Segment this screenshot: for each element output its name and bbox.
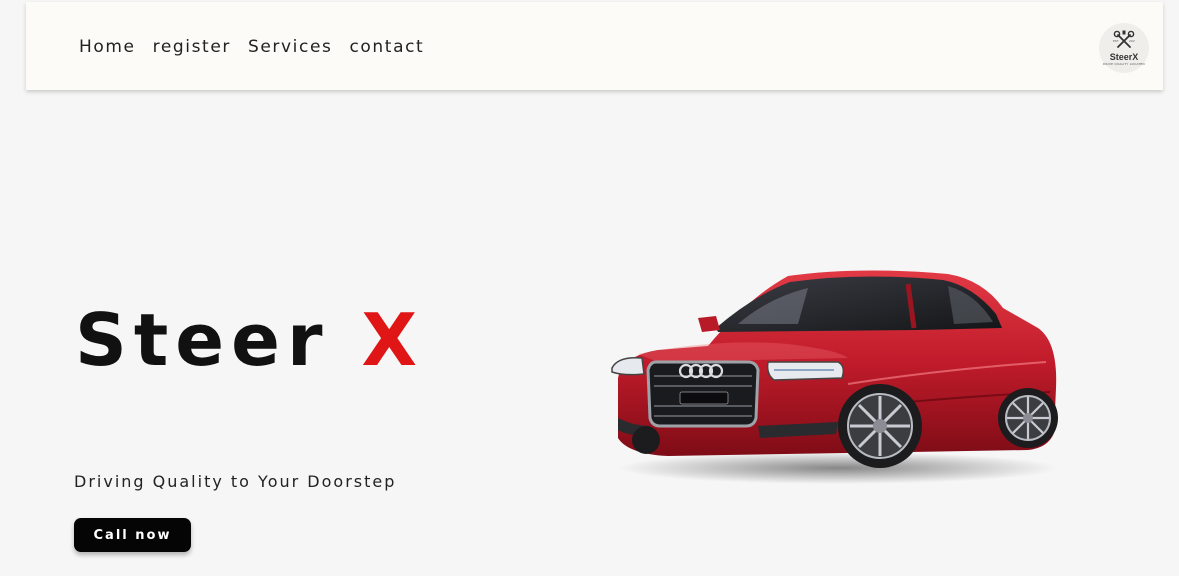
- logo[interactable]: EST 2023 SteerX DRIVE QUALITY LOCATED: [1099, 23, 1149, 73]
- page: Home register Services contact EST 2023 …: [0, 0, 1179, 576]
- hero-title: Steer X: [75, 292, 424, 388]
- logo-est-right: 2023: [1129, 39, 1135, 43]
- red-sedan-car-image: [611, 270, 1058, 484]
- call-now-button[interactable]: Call now: [74, 518, 191, 552]
- navbar: Home register Services contact EST 2023 …: [26, 2, 1163, 90]
- logo-subtitle: DRIVE QUALITY LOCATED: [1102, 62, 1146, 66]
- nav-link-contact[interactable]: contact: [349, 36, 424, 58]
- nav-link-register[interactable]: register: [153, 36, 231, 58]
- nav-link-home[interactable]: Home: [79, 36, 136, 58]
- nav-links: Home register Services contact: [79, 36, 424, 58]
- logo-name: SteerX: [1109, 52, 1139, 62]
- crossed-wrenches-icon: EST 2023: [1113, 30, 1135, 48]
- hero-tagline: Driving Quality to Your Doorstep: [74, 472, 397, 491]
- hero-title-main: Steer: [75, 298, 330, 382]
- logo-est-left: EST: [1113, 39, 1119, 43]
- hero-title-accent: X: [361, 298, 425, 382]
- nav-link-services[interactable]: Services: [248, 36, 333, 58]
